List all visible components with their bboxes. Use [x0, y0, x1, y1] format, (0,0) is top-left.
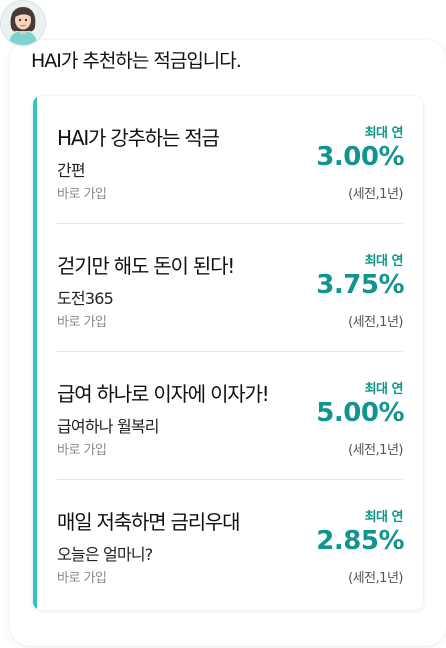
join-now-link[interactable]: 바로 가입 [57, 311, 107, 330]
join-now-link[interactable]: 바로 가입 [57, 439, 107, 458]
max-rate-label: 최대 연 [364, 510, 404, 525]
rate-condition: (세전,1년) [348, 315, 403, 330]
product-item-1[interactable]: HAI가 강추하는 적금 간편 바로 가입 최대 연 3.00% (세전,1년) [37, 96, 423, 224]
product-title: 매일 저축하면 금리우대 [57, 510, 241, 534]
product-name: 오늘은 얼마니? [57, 545, 153, 564]
interest-rate: 3.00% [316, 142, 404, 172]
intro-message: HAI가 추천하는 적금입니다. [31, 50, 242, 72]
product-title: 급여 하나로 이자에 이자가! [57, 382, 270, 406]
product-item-2[interactable]: 걷기만 해도 돈이 된다! 도전365 바로 가입 최대 연 3.75% (세전… [37, 224, 423, 352]
product-name: 간편 [57, 161, 86, 180]
interest-rate: 3.75% [316, 270, 404, 300]
join-now-link[interactable]: 바로 가입 [57, 567, 107, 586]
product-title: 걷기만 해도 돈이 된다! [57, 254, 235, 278]
join-now-link[interactable]: 바로 가입 [57, 183, 107, 202]
max-rate-label: 최대 연 [364, 254, 404, 269]
interest-rate: 5.00% [316, 398, 404, 428]
product-name: 급여하나 월복리 [57, 417, 160, 436]
max-rate-label: 최대 연 [364, 126, 404, 141]
woman-avatar-icon [0, 0, 46, 46]
product-title: HAI가 강추하는 적금 [57, 126, 220, 150]
product-item-4[interactable]: 매일 저축하면 금리우대 오늘은 얼마니? 바로 가입 최대 연 2.85% (… [37, 480, 423, 608]
interest-rate: 2.85% [316, 526, 404, 556]
product-item-3[interactable]: 급여 하나로 이자에 이자가! 급여하나 월복리 바로 가입 최대 연 5.00… [37, 352, 423, 480]
rate-condition: (세전,1년) [348, 443, 403, 458]
savings-product-list: HAI가 강추하는 적금 간편 바로 가입 최대 연 3.00% (세전,1년)… [33, 96, 423, 610]
rate-condition: (세전,1년) [348, 571, 403, 586]
product-name: 도전365 [57, 289, 114, 308]
max-rate-label: 최대 연 [364, 382, 404, 397]
rate-condition: (세전,1년) [348, 187, 403, 202]
